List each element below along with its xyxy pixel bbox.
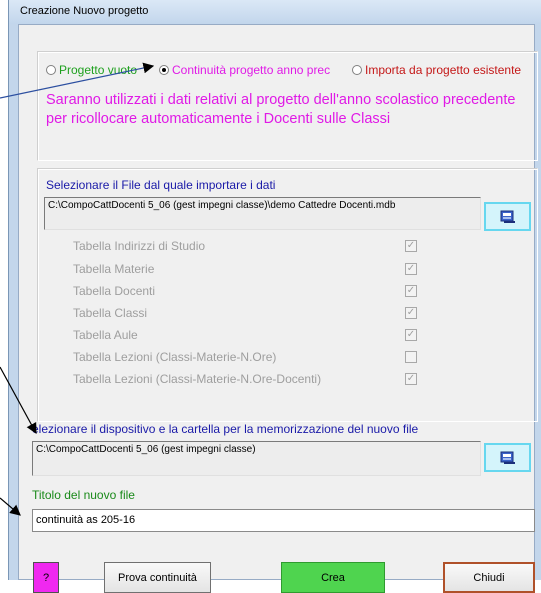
import-file-label: Selezionare il File dal quale importare … — [46, 178, 276, 192]
destination-browse-button[interactable] — [484, 443, 531, 472]
new-file-title-label: Titolo del nuovo file — [32, 488, 135, 502]
radio-continuita[interactable]: Continuità progetto anno prec — [159, 63, 330, 77]
new-file-title-input[interactable]: continuità as 205-16 — [32, 509, 535, 532]
dialog-window: Creazione Nuovo progetto Progetto vuoto … — [8, 0, 541, 593]
table-item-label: Tabella Materie — [73, 262, 155, 276]
title-bar[interactable]: Creazione Nuovo progetto — [9, 0, 541, 24]
table-item-checkbox[interactable]: ✓ — [405, 307, 417, 319]
table-item-label: Tabella Lezioni (Classi-Materie-N.Ore) — [73, 350, 277, 364]
table-item-checkbox[interactable]: ✓ — [405, 263, 417, 275]
folder-browse-icon — [500, 451, 515, 464]
radio-importa[interactable]: Importa da progetto esistente — [352, 63, 521, 77]
radio-dot-selected — [159, 65, 169, 75]
crea-button[interactable]: Crea — [281, 562, 385, 593]
radio-label: Progetto vuoto — [59, 63, 138, 77]
table-item-checkbox[interactable]: ✓ — [405, 240, 417, 252]
continuity-description-line1: Saranno utilizzati i dati relativi al pr… — [46, 92, 516, 108]
radio-dot — [46, 65, 56, 75]
import-browse-button[interactable] — [484, 202, 531, 231]
table-item-label: Tabella Classi — [73, 306, 148, 320]
table-item-checkbox[interactable]: ✓ — [405, 329, 417, 341]
destination-path-field[interactable]: C:\CompoCattDocenti 5_06 (gest impegni c… — [32, 441, 481, 476]
table-item-label: Tabella Aule — [73, 328, 138, 342]
prova-continuita-button[interactable]: Prova continuità — [104, 562, 211, 593]
radio-dot — [352, 65, 362, 75]
help-button[interactable]: ? — [33, 562, 59, 593]
table-item-label: Tabella Lezioni (Classi-Materie-N.Ore-Do… — [73, 372, 322, 386]
dialog-body: Progetto vuoto Continuità progetto anno … — [18, 24, 538, 593]
table-item-checkbox[interactable]: ✓ — [405, 285, 417, 297]
table-item-label: Tabella Indirizzi di Studio — [73, 239, 206, 253]
table-item-checkbox[interactable] — [405, 351, 417, 363]
destination-label: elezionare il dispositivo e la cartella … — [32, 422, 419, 436]
table-item-label: Tabella Docenti — [73, 284, 156, 298]
import-file-path-field[interactable]: C:\CompoCattDocenti 5_06 (gest impegni c… — [44, 197, 481, 230]
chiudi-button[interactable]: Chiudi — [443, 562, 535, 593]
radio-label: Continuità progetto anno prec — [172, 63, 331, 77]
radio-progetto-vuoto[interactable]: Progetto vuoto — [46, 63, 137, 77]
continuity-description-line2: per ricollocare automaticamente i Docent… — [46, 111, 391, 127]
table-item-checkbox[interactable]: ✓ — [405, 373, 417, 385]
radio-label: Importa da progetto esistente — [365, 63, 522, 77]
folder-browse-icon — [500, 210, 515, 223]
window-title: Creazione Nuovo progetto — [20, 5, 149, 17]
